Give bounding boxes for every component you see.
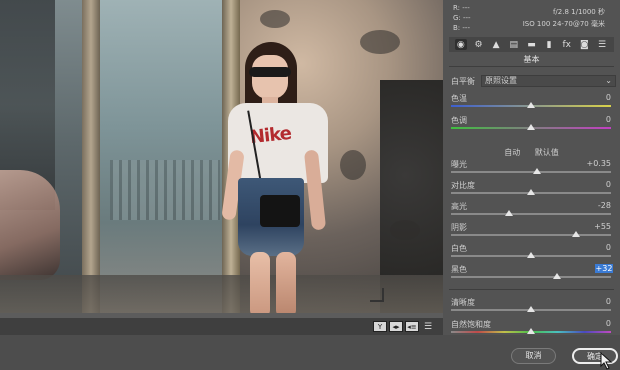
slider-label: 白色 [451, 244, 467, 253]
copy-settings-button[interactable]: ◂≡ [405, 321, 419, 332]
detail-tab-icon[interactable]: ▲ [490, 39, 502, 50]
slider-value-field[interactable]: 0 [581, 297, 611, 306]
slider-value-field[interactable]: 0 [581, 243, 611, 252]
before-after-y-button[interactable]: Y [373, 321, 387, 332]
slider-label: 色温 [451, 94, 467, 103]
section-title: 基本 [523, 55, 540, 64]
door-frame-left [82, 0, 100, 318]
slider-track[interactable] [451, 213, 611, 215]
tone-slider-row: 高光 -28 [451, 201, 611, 221]
dialog-footer: 取消 确定 [0, 335, 620, 370]
person-face [252, 55, 288, 99]
slider-thumb[interactable] [527, 102, 535, 108]
person-sunglasses [249, 67, 291, 77]
slider-label: 色调 [451, 116, 467, 125]
auto-button[interactable]: 自动 [504, 148, 520, 157]
slider-thumb[interactable] [527, 306, 535, 312]
swap-settings-button[interactable]: ◂▸ [389, 321, 403, 332]
slider-thumb[interactable] [504, 210, 513, 216]
white-balance-slider-row: 色调 0 [451, 115, 611, 135]
white-balance-row: 白平衡 原照设置 ⌄ [451, 75, 616, 87]
slider-value-field[interactable]: 0 [581, 93, 611, 102]
white-balance-label: 白平衡 [451, 76, 475, 86]
slider-thumb[interactable] [571, 231, 580, 237]
tone-slider-row: 黑色 +32 [451, 264, 613, 284]
tone-slider-row: 阴影 +55 [451, 222, 611, 242]
glass-door [100, 0, 230, 318]
slider-track[interactable] [451, 276, 611, 278]
mouse-cursor-icon [600, 352, 613, 370]
camera-info: f/2.8 1/1000 秒 ISO 100 24-70@70 毫米 [505, 6, 605, 30]
slider-value-field[interactable]: +32 [595, 264, 613, 273]
slider-value-field[interactable]: +0.35 [581, 159, 611, 168]
slider-label: 自然饱和度 [451, 320, 491, 329]
lens-tab-icon[interactable]: ▮ [543, 39, 555, 50]
person-handbag [260, 195, 300, 227]
g-readout: G: --- [453, 14, 471, 22]
basic-tab-icon[interactable]: ◉ [454, 39, 467, 50]
presence-slider-row: 清晰度 0 [451, 297, 611, 317]
slider-thumb[interactable] [533, 168, 542, 174]
effects-tab-icon[interactable]: fx [561, 39, 573, 50]
photo-canvas[interactable]: Nike [0, 0, 443, 318]
tshirt-logo-text: Nike [249, 122, 292, 149]
default-button[interactable]: 默认值 [535, 148, 559, 157]
calibration-tab-icon[interactable]: ◙ [578, 39, 590, 50]
slider-label: 高光 [451, 202, 467, 211]
slider-thumb[interactable] [527, 252, 535, 258]
cancel-button[interactable]: 取消 [511, 348, 556, 364]
rgb-readout: R: --- G: --- B: --- [453, 3, 471, 33]
panel-tabs: ◉ ⚙ ▲ ▤ ▬ ▮ fx ◙ ☰ [449, 37, 614, 52]
tone-slider-row: 对比度 0 [451, 180, 611, 200]
toolbar-settings-icon[interactable]: ☰ [421, 321, 435, 332]
slider-track[interactable] [451, 234, 611, 236]
presets-tab-icon[interactable]: ☰ [596, 39, 608, 50]
split-toning-tab-icon[interactable]: ▬ [525, 39, 537, 50]
adjustments-panel: R: --- G: --- B: --- f/2.8 1/1000 秒 ISO … [443, 0, 620, 335]
tone-slider-row: 白色 0 [451, 243, 611, 263]
slider-value-field[interactable]: 0 [581, 115, 611, 124]
white-balance-select[interactable]: 原照设置 ⌄ [481, 75, 616, 87]
slider-thumb[interactable] [527, 189, 535, 195]
slider-label: 曝光 [451, 160, 467, 169]
slider-thumb[interactable] [527, 328, 535, 334]
slider-label: 阴影 [451, 223, 467, 232]
slider-thumb[interactable] [552, 273, 561, 279]
slider-label: 对比度 [451, 181, 475, 190]
chevron-down-icon: ⌄ [605, 76, 612, 85]
view-toolbar: Y ◂▸ ◂≡ ☰ [0, 318, 443, 335]
slider-value-field[interactable]: -28 [581, 201, 611, 210]
slider-value-field[interactable]: 0 [581, 319, 611, 328]
tone-slider-row: 曝光 +0.35 [451, 159, 611, 179]
slider-track[interactable] [451, 171, 611, 173]
slider-value-field[interactable]: +55 [581, 222, 611, 231]
slider-thumb[interactable] [527, 124, 535, 130]
iso-focal: ISO 100 24-70@70 毫米 [522, 20, 605, 28]
r-readout: R: --- [453, 4, 470, 12]
slider-value-field[interactable]: 0 [581, 180, 611, 189]
slider-label: 清晰度 [451, 298, 475, 307]
white-balance-slider-row: 色温 0 [451, 93, 611, 113]
image-info: R: --- G: --- B: --- f/2.8 1/1000 秒 ISO … [443, 0, 620, 36]
crop-corner-mark [370, 288, 384, 302]
hsl-tab-icon[interactable]: ▤ [508, 39, 520, 50]
auto-default-row: 自动 默认值 [443, 147, 620, 158]
photo-left-wall [0, 0, 90, 318]
slider-label: 黑色 [451, 265, 467, 274]
tone-curve-tab-icon[interactable]: ⚙ [472, 39, 484, 50]
aperture-shutter: f/2.8 1/1000 秒 [552, 8, 605, 16]
b-readout: B: --- [453, 24, 470, 32]
